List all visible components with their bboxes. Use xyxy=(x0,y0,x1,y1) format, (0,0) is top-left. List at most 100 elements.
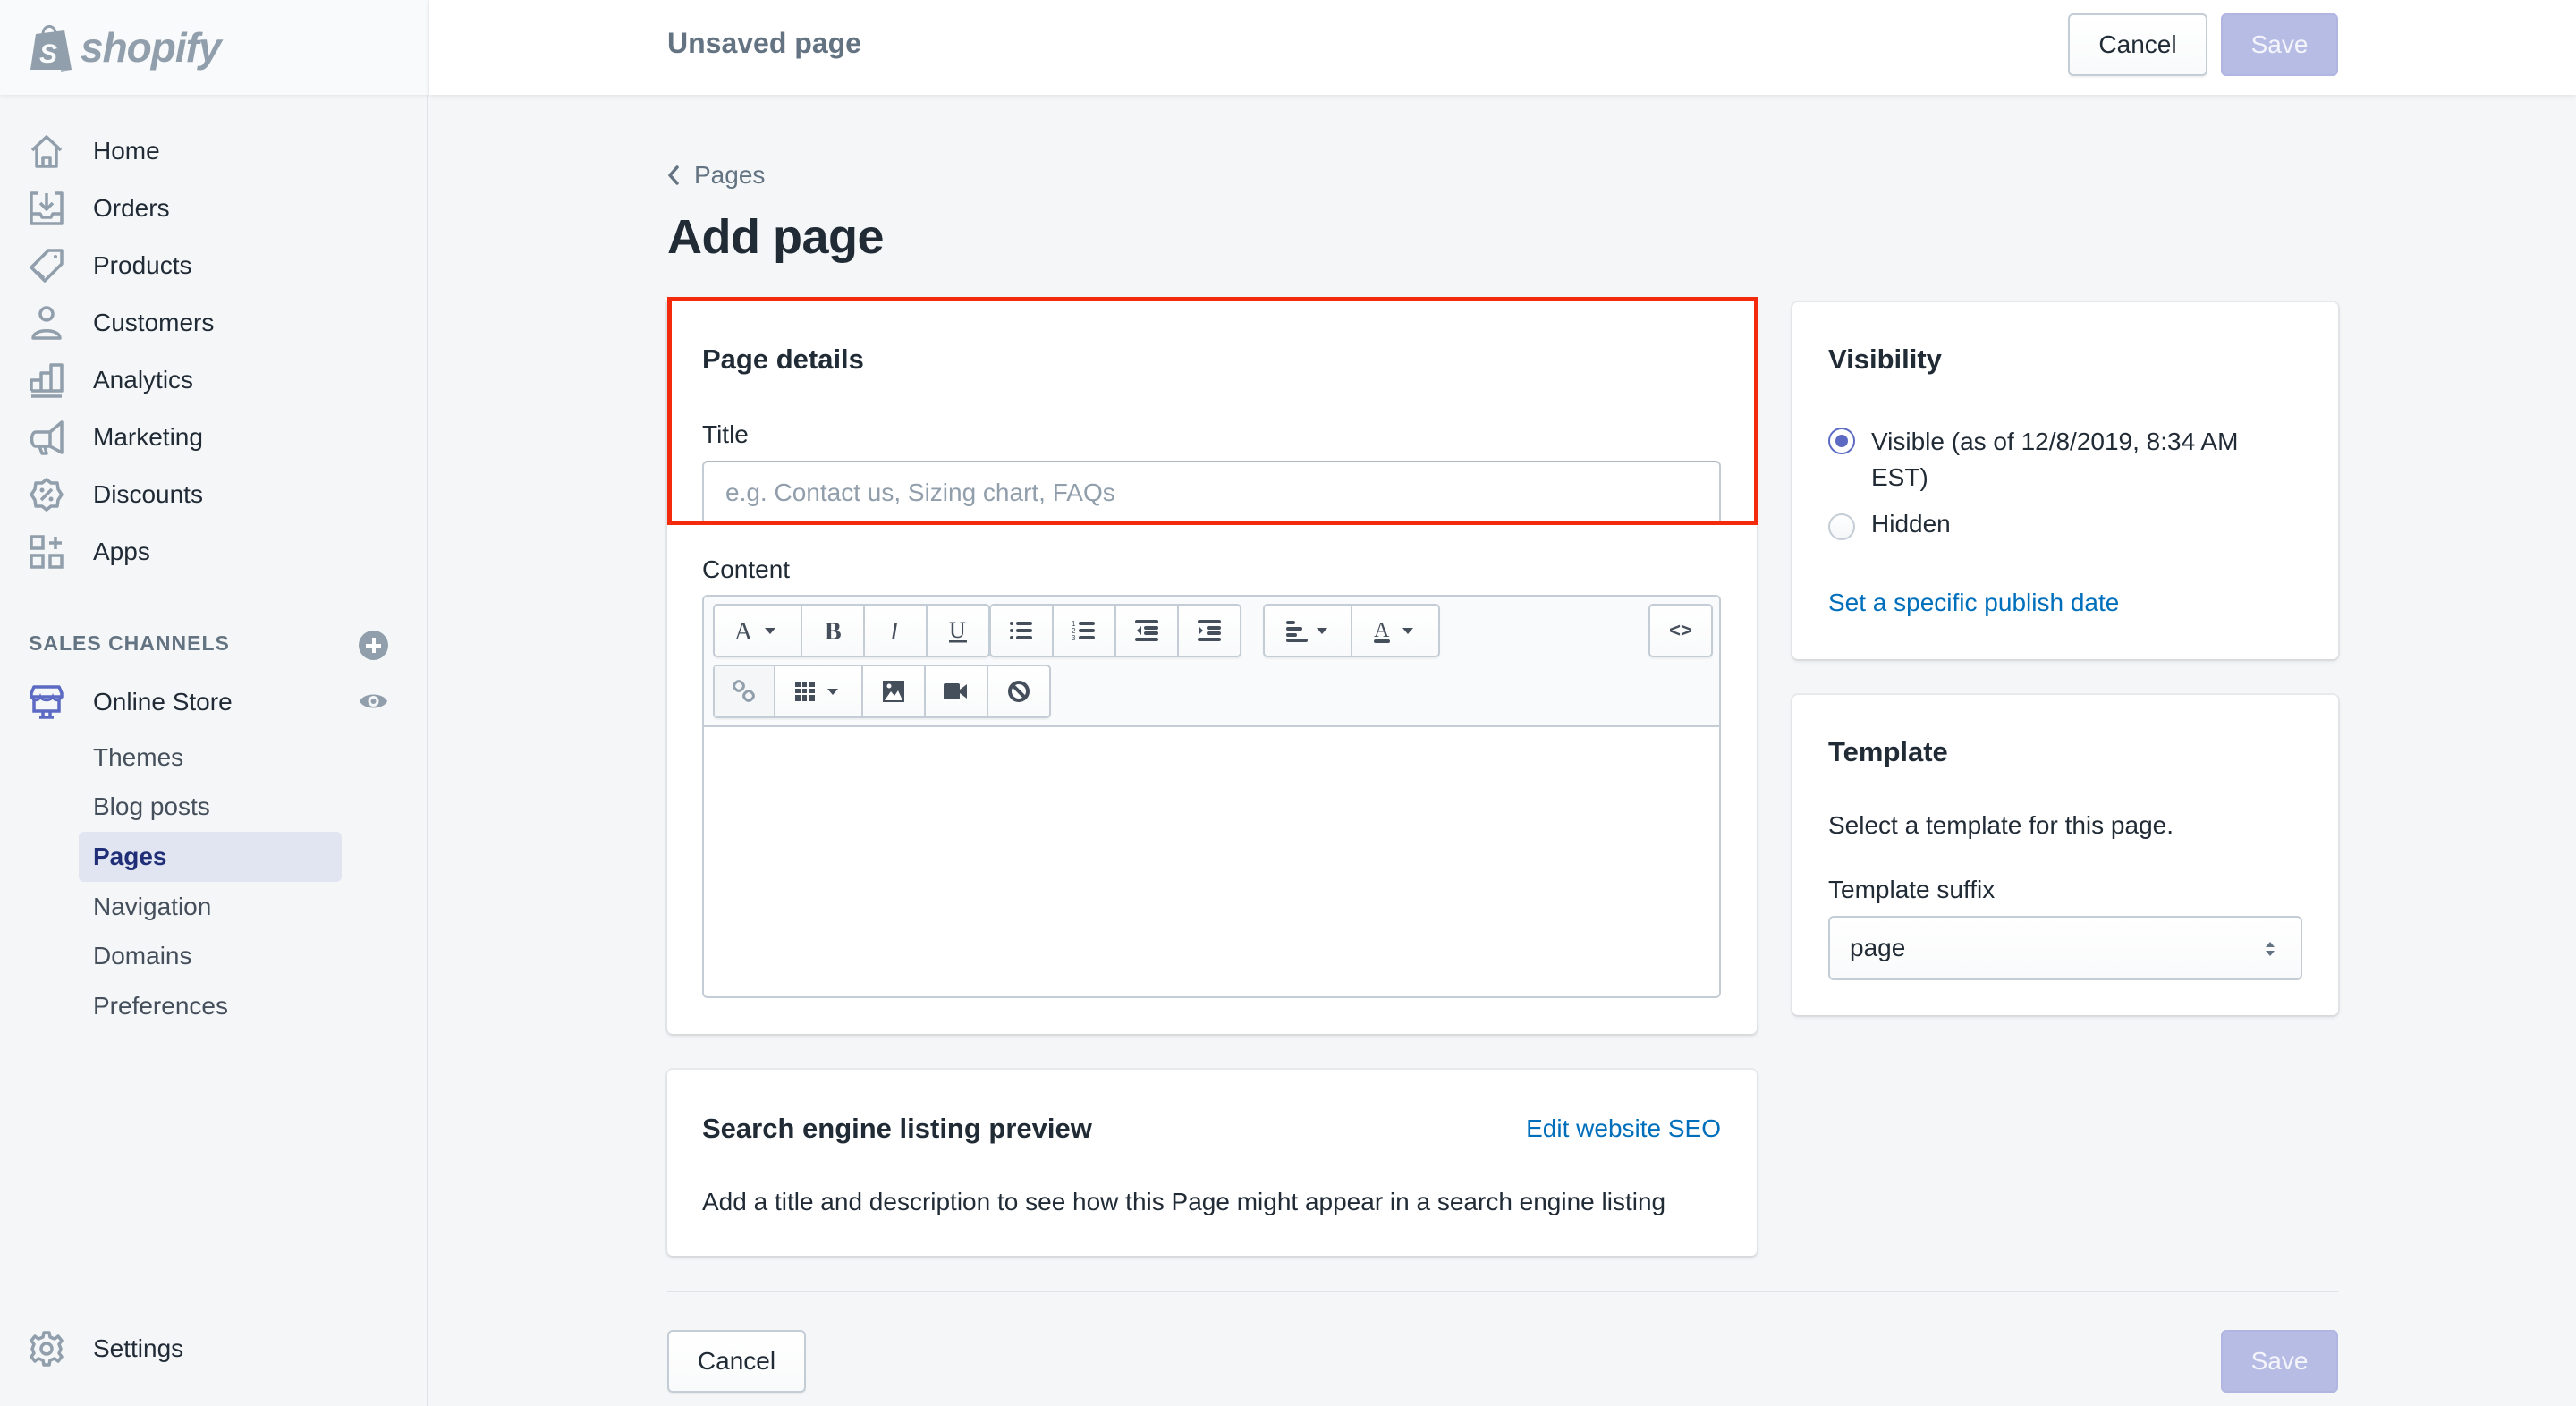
link-button[interactable] xyxy=(715,666,775,716)
sidebar-subitem-blog-posts[interactable]: Blog posts xyxy=(79,782,342,832)
set-publish-date-link[interactable]: Set a specific publish date xyxy=(1828,589,2119,617)
svg-text:A: A xyxy=(734,618,753,644)
shopify-bag-icon: S xyxy=(30,25,72,72)
sidebar-item-discounts[interactable]: Discounts xyxy=(0,468,428,521)
image-icon xyxy=(883,681,904,702)
top-cancel-button[interactable]: Cancel xyxy=(2068,13,2207,76)
sidebar-item-label: Discounts xyxy=(93,480,203,508)
breadcrumb-back-pages[interactable]: Pages xyxy=(667,161,765,190)
eye-icon[interactable] xyxy=(359,690,388,712)
image-button[interactable] xyxy=(863,666,926,716)
clear-formatting-button[interactable] xyxy=(988,666,1049,716)
sidebar-item-label: Customers xyxy=(93,309,215,336)
template-suffix-value: page xyxy=(1850,934,1906,961)
indent-button[interactable] xyxy=(1179,606,1240,656)
toolbar-group-text: A B I U xyxy=(713,604,990,657)
italic-button[interactable]: I xyxy=(865,606,928,656)
logo[interactable]: S shopify xyxy=(0,0,428,95)
gear-icon xyxy=(29,1331,64,1367)
bold-icon: B xyxy=(825,618,842,644)
footer-divider xyxy=(667,1291,2338,1292)
font-format-dropdown[interactable]: A xyxy=(715,606,802,656)
toolbar-group-lists: 123 xyxy=(989,604,1241,657)
outdent-button[interactable] xyxy=(1116,606,1179,656)
html-toggle-button[interactable]: <> xyxy=(1650,606,1711,656)
video-button[interactable] xyxy=(926,666,988,716)
underline-icon: U xyxy=(949,617,967,643)
table-dropdown[interactable] xyxy=(775,666,863,716)
italic-icon: I xyxy=(889,618,900,644)
sidebar-subitem-themes[interactable]: Themes xyxy=(79,733,342,783)
visibility-card: Visibility Visible (as of 12/8/2019, 8:3… xyxy=(1792,302,2338,659)
sidebar-item-apps[interactable]: Apps xyxy=(0,525,428,579)
chevron-left-icon xyxy=(668,165,679,185)
text-color-icon: A xyxy=(1374,619,1413,643)
footer-cancel-button[interactable]: Cancel xyxy=(667,1330,806,1393)
content-editor-body[interactable] xyxy=(704,727,1719,996)
sidebar-item-orders[interactable]: Orders xyxy=(0,182,428,235)
hidden-option-label[interactable]: Hidden xyxy=(1871,510,1951,538)
home-icon xyxy=(29,133,64,169)
svg-text:3: 3 xyxy=(1072,634,1076,641)
sidebar-subitem-pages[interactable]: Pages xyxy=(79,832,342,882)
sidebar-subitem-domains[interactable]: Domains xyxy=(79,931,342,981)
sidebar-subitem-preferences[interactable]: Preferences xyxy=(79,981,342,1031)
svg-text:S: S xyxy=(39,39,57,69)
sidebar-item-home[interactable]: Home xyxy=(0,124,428,178)
sidebar-item-label: Orders xyxy=(93,194,170,222)
sidebar-item-customers[interactable]: Customers xyxy=(0,296,428,350)
footer-save-button[interactable]: Save xyxy=(2221,1330,2338,1393)
numbered-list-button[interactable]: 123 xyxy=(1054,606,1116,656)
title-input[interactable] xyxy=(702,461,1721,525)
title-label: Title xyxy=(702,420,749,448)
indent-icon xyxy=(1198,620,1221,641)
store-icon xyxy=(29,684,64,720)
text-color-dropdown[interactable]: A xyxy=(1352,606,1438,656)
person-icon xyxy=(29,305,64,341)
sidebar-item-label: Products xyxy=(93,251,192,279)
sidebar-item-label: Home xyxy=(93,137,160,165)
numbered-list-icon: 123 xyxy=(1072,620,1095,641)
visible-option-label[interactable]: Visible (as of 12/8/2019, 8:34 AM EST) xyxy=(1871,424,2301,495)
sidebar-item-settings[interactable]: Settings xyxy=(0,1322,428,1376)
svg-text:I: I xyxy=(889,618,900,644)
sales-channels-title: SALES CHANNELS xyxy=(29,631,230,655)
visible-radio[interactable] xyxy=(1828,428,1855,454)
sidebar-item-label: Settings xyxy=(93,1334,184,1362)
sidebar: S shopify Home Orders Products Customers… xyxy=(0,0,428,1406)
visibility-title: Visibility xyxy=(1828,343,1942,375)
editor-toolbar: A B I U 123 A <> xyxy=(704,597,1719,727)
megaphone-icon xyxy=(29,419,64,455)
bar-chart-icon xyxy=(29,362,64,398)
page-title: Add page xyxy=(667,210,885,264)
sidebar-item-products[interactable]: Products xyxy=(0,239,428,292)
table-icon xyxy=(795,682,838,701)
bulleted-list-icon xyxy=(1010,622,1032,639)
sidebar-item-analytics[interactable]: Analytics xyxy=(0,353,428,407)
brand-name: shopify xyxy=(80,24,222,71)
add-sales-channel-button[interactable] xyxy=(359,631,388,660)
content-label: Content xyxy=(702,555,791,583)
video-camera-icon xyxy=(944,683,967,699)
seo-description: Add a title and description to see how t… xyxy=(702,1188,1666,1215)
sidebar-subitem-navigation[interactable]: Navigation xyxy=(79,882,342,932)
font-icon: A xyxy=(734,618,775,644)
bold-button[interactable]: B xyxy=(802,606,865,656)
sidebar-item-marketing[interactable]: Marketing xyxy=(0,411,428,464)
align-dropdown[interactable] xyxy=(1265,606,1352,656)
content-editor: A B I U 123 A <> xyxy=(702,595,1721,998)
context-bar: Unsaved page Cancel Save xyxy=(429,0,2576,95)
hidden-radio[interactable] xyxy=(1828,513,1855,540)
template-suffix-select[interactable]: page xyxy=(1828,916,2302,980)
orders-icon xyxy=(29,191,64,226)
bulleted-list-button[interactable] xyxy=(991,606,1054,656)
tag-icon xyxy=(29,248,64,284)
edit-seo-link[interactable]: Edit website SEO xyxy=(1526,1114,1721,1143)
unsaved-title: Unsaved page xyxy=(667,27,861,59)
underline-button[interactable]: U xyxy=(928,606,988,656)
top-save-button[interactable]: Save xyxy=(2221,13,2338,76)
toolbar-group-insert xyxy=(713,665,1051,718)
svg-text:B: B xyxy=(825,618,842,644)
svg-text:U: U xyxy=(949,617,966,643)
sidebar-item-label: Online Store xyxy=(93,688,233,716)
